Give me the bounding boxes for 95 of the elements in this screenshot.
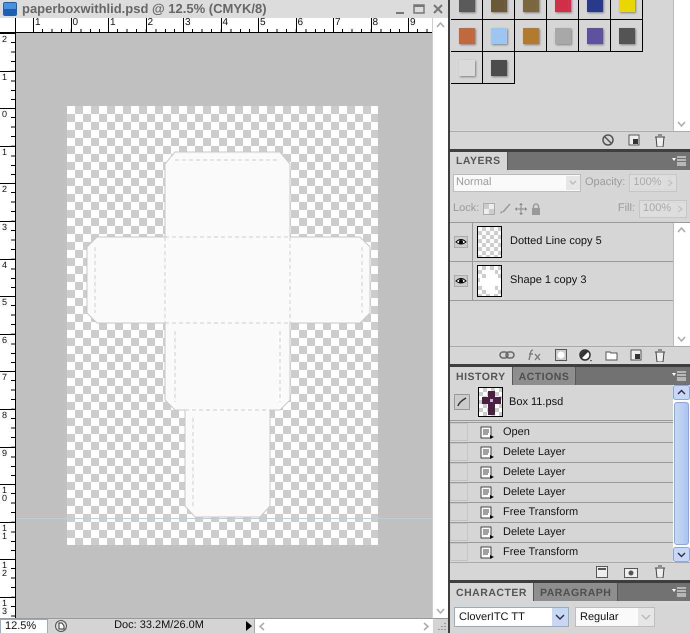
history-brush-icon[interactable] — [454, 394, 470, 410]
style-swatch[interactable] — [522, 0, 538, 12]
style-swatch[interactable] — [618, 28, 634, 44]
close-icon[interactable] — [431, 2, 445, 16]
style-swatch[interactable] — [490, 28, 506, 44]
scrollbar[interactable] — [673, 384, 690, 562]
ruler-label: 1 — [2, 72, 8, 81]
trash-icon[interactable] — [654, 565, 666, 578]
ruler-label: 13 — [2, 598, 8, 615]
ruler-label: 5 — [2, 298, 8, 306]
ruler-label: 10 — [2, 486, 8, 502]
style-swatch[interactable] — [586, 0, 602, 12]
mask-icon[interactable] — [555, 349, 567, 362]
empty-checkbox-icon — [450, 523, 468, 542]
layer-row[interactable]: Shape 1 copy 3 — [450, 262, 673, 301]
lock-label: Lock: — [453, 202, 480, 216]
style-swatch[interactable] — [490, 0, 506, 12]
ruler-label: 4 — [2, 260, 8, 269]
history-state-icon — [480, 425, 494, 440]
history-state-icon — [480, 485, 494, 500]
play-arrow-icon[interactable] — [244, 620, 254, 632]
style-swatch[interactable] — [554, 0, 570, 12]
trash-icon[interactable] — [654, 348, 666, 362]
snapshot-thumbnail — [478, 387, 503, 418]
eye-icon[interactable] — [454, 274, 468, 287]
panel-menu-icon[interactable] — [672, 587, 686, 598]
ruler-label: 12 — [2, 561, 8, 578]
ruler-label: 11 — [2, 524, 8, 540]
ruler-label: 2 — [2, 185, 8, 194]
ruler-label: 1 — [2, 148, 8, 156]
ruler-label: 9 — [2, 448, 8, 457]
history-state-icon — [480, 465, 494, 480]
empty-checkbox-icon — [450, 463, 468, 482]
history-state-icon — [480, 505, 494, 520]
history-state[interactable]: Delete Layer — [450, 482, 673, 503]
style-swatch[interactable] — [554, 28, 570, 44]
font-family-dropdown[interactable]: CloverITC TT — [454, 607, 569, 628]
maximize-icon[interactable] — [412, 2, 426, 16]
ruler-label: 7 — [2, 373, 8, 382]
snapshot-row[interactable]: Box 11.psd — [450, 384, 673, 423]
ruler-label: 0 — [2, 110, 8, 118]
history-state[interactable]: Delete Layer — [450, 522, 673, 543]
new-layer-icon[interactable] — [628, 134, 640, 146]
panel-menu-icon[interactable] — [672, 370, 686, 381]
clear-style-icon[interactable] — [602, 134, 614, 146]
history-state[interactable]: Open — [450, 422, 673, 443]
opacity-label: Opacity: — [585, 176, 626, 190]
ruler-label: 6 — [2, 336, 8, 344]
panel-menu-icon[interactable] — [672, 156, 686, 166]
style-swatch[interactable] — [458, 60, 474, 76]
layer-row[interactable]: Dotted Line copy 5 — [450, 222, 673, 262]
eye-icon[interactable] — [454, 236, 468, 248]
scrollbar[interactable] — [673, 0, 690, 131]
document-size-info: Doc: 33.2M/26.0M — [113, 619, 205, 633]
empty-checkbox-icon — [450, 443, 468, 462]
history-state-icon — [480, 445, 494, 460]
camera-icon[interactable] — [624, 566, 638, 578]
zoom-field[interactable]: 12.5% — [0, 618, 48, 633]
empty-checkbox-icon — [450, 483, 468, 502]
history-state[interactable]: Free Transform — [450, 542, 673, 563]
panel-tab[interactable]: LAYERS — [450, 152, 508, 170]
history-state[interactable]: Free Transform — [450, 502, 673, 523]
panel-tab[interactable]: HISTORY — [450, 366, 513, 385]
adjustment-icon[interactable] — [579, 348, 593, 362]
fx-icon[interactable] — [527, 349, 543, 362]
empty-checkbox-icon — [450, 423, 468, 442]
new-layer-icon[interactable] — [630, 349, 642, 362]
style-swatch[interactable] — [618, 0, 634, 12]
link-icon[interactable] — [499, 350, 515, 360]
move-icon[interactable] — [515, 202, 528, 215]
app-icon — [3, 2, 17, 16]
window-title: paperboxwithlid.psd @ 12.5% (CMYK/8) — [22, 1, 268, 17]
style-swatch[interactable] — [490, 60, 506, 76]
style-swatch[interactable] — [522, 28, 538, 44]
empty-checkbox-icon — [450, 503, 468, 522]
horizontal-scrollbar[interactable] — [254, 618, 433, 633]
empty-checkbox-icon — [450, 543, 468, 562]
font-style-dropdown[interactable]: Regular — [575, 607, 655, 628]
folder-icon[interactable] — [605, 350, 618, 361]
style-swatch[interactable] — [458, 0, 474, 12]
trash-icon[interactable] — [654, 134, 666, 147]
style-swatch[interactable] — [586, 28, 602, 44]
status-menu-icon[interactable] — [54, 619, 68, 633]
fill-label: Fill: — [618, 202, 635, 216]
panel-tab[interactable]: CHARACTER — [450, 583, 534, 602]
new-document-icon[interactable] — [596, 566, 608, 578]
vertical-scrollbar[interactable] — [432, 33, 448, 618]
history-state-icon — [480, 545, 494, 560]
ruler-label: 3 — [2, 222, 8, 231]
style-swatch[interactable] — [458, 28, 474, 44]
history-state[interactable]: Delete Layer — [450, 462, 673, 483]
history-state-icon — [480, 525, 494, 540]
ruler-label: 8 — [2, 410, 8, 419]
history-state[interactable]: Delete Layer — [450, 442, 673, 463]
ruler-label: 2 — [2, 35, 8, 43]
